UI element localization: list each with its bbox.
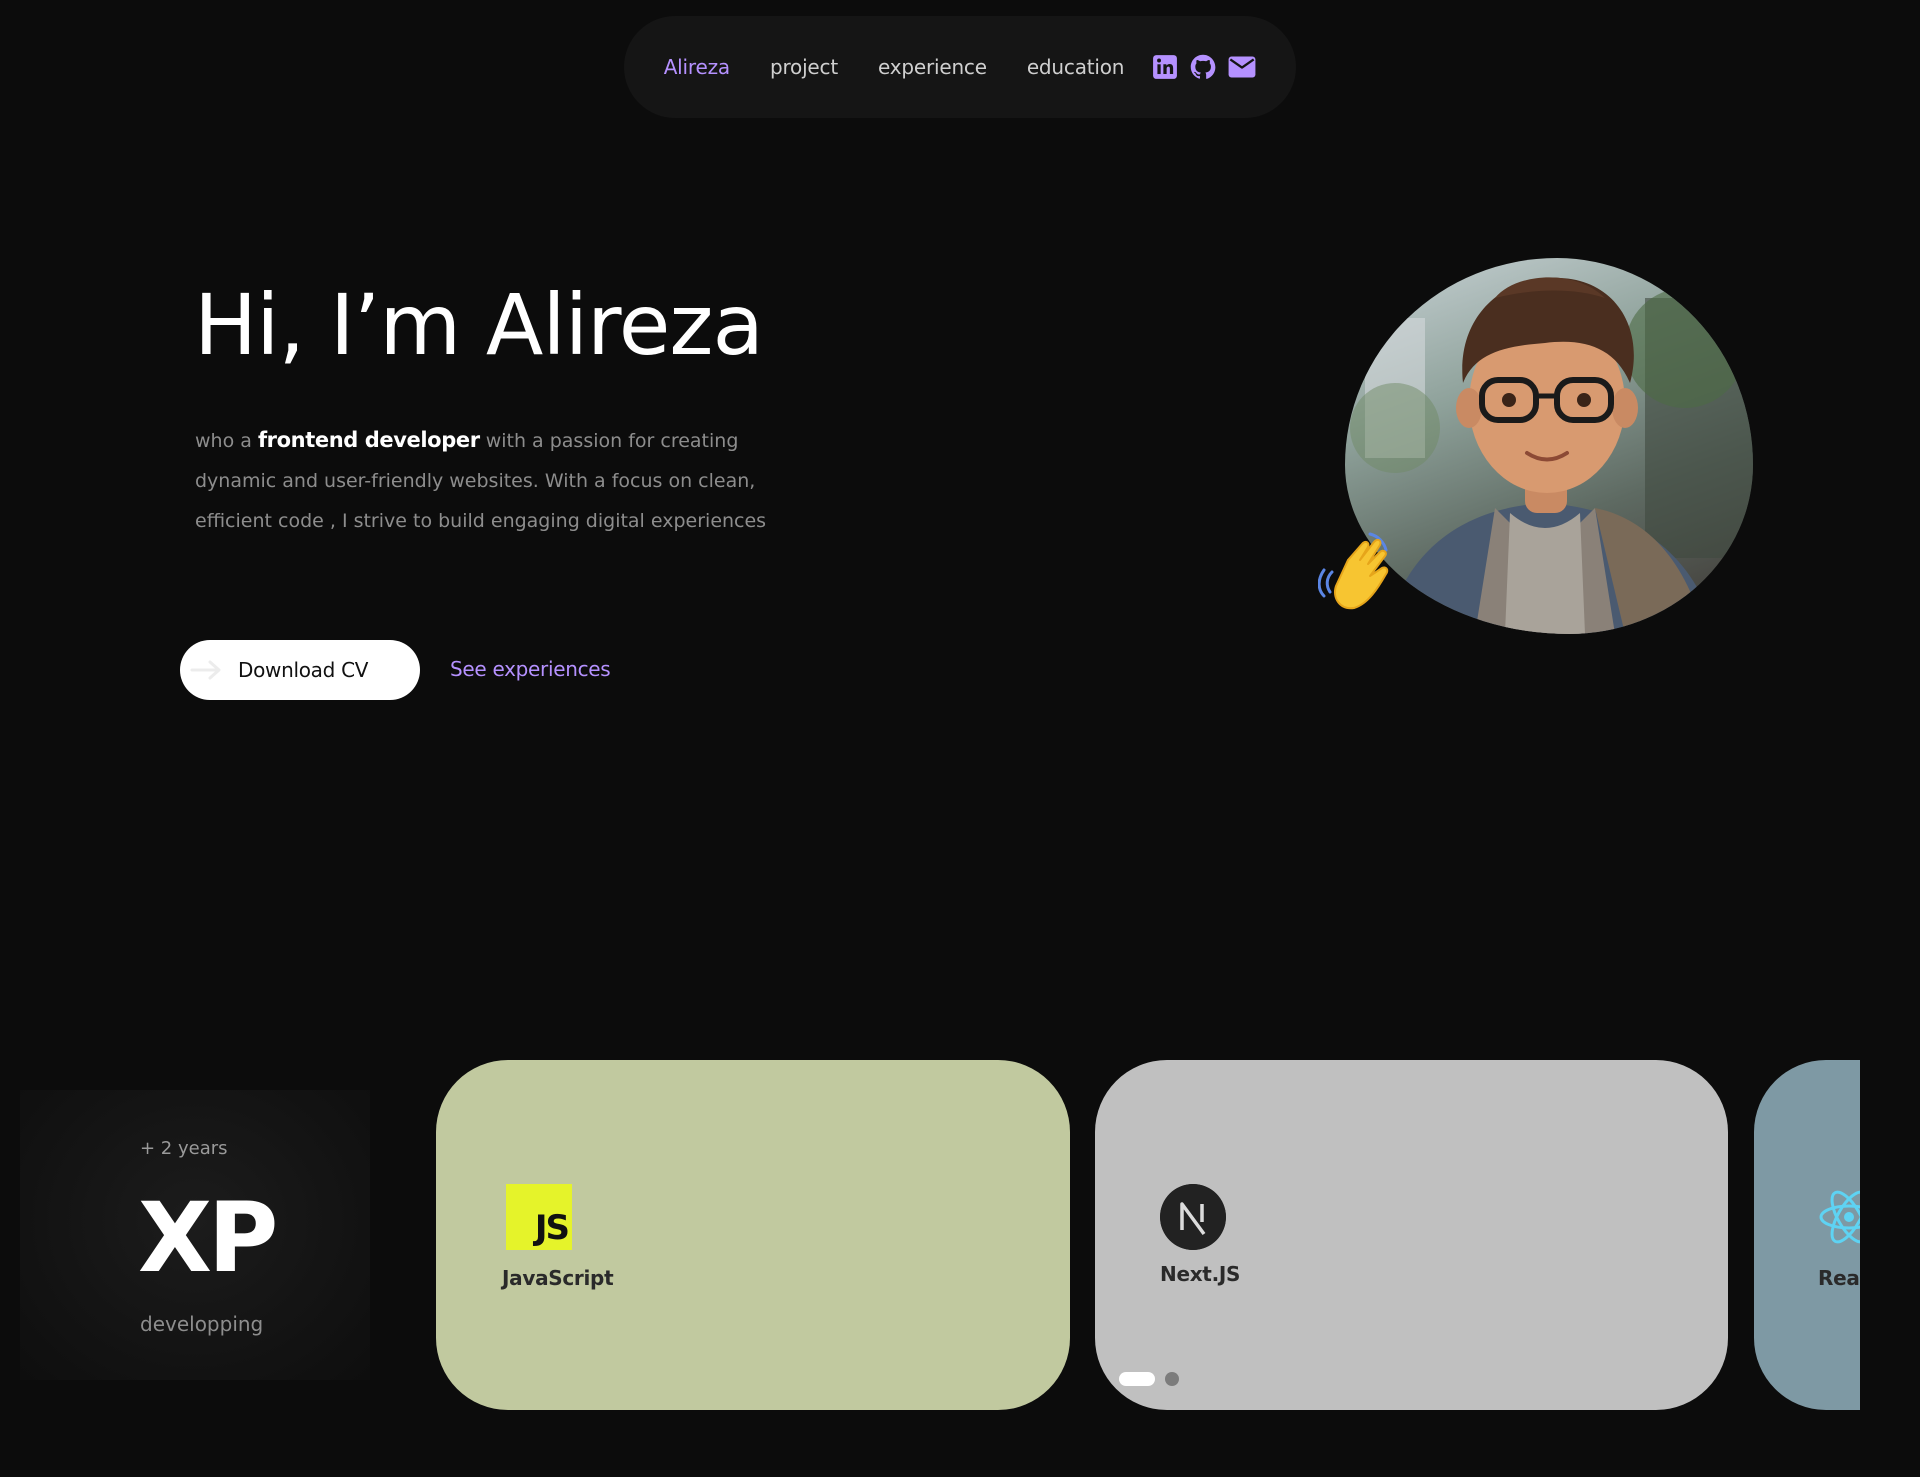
- mail-icon[interactable]: [1228, 55, 1256, 79]
- carousel-dot[interactable]: [1165, 1372, 1179, 1386]
- skill-card-react[interactable]: Reac: [1754, 1060, 1860, 1410]
- nav-item-project[interactable]: project: [770, 55, 838, 79]
- carousel-dot-active[interactable]: [1119, 1372, 1155, 1386]
- react-icon: [1819, 1190, 1860, 1244]
- intro-prefix: who a: [195, 430, 258, 452]
- xp-years: + 2 years: [140, 1138, 228, 1159]
- xp-subtitle: developping: [140, 1312, 264, 1336]
- nav-item-experience[interactable]: experience: [878, 55, 987, 79]
- see-experiences-link[interactable]: See experiences: [450, 657, 611, 681]
- download-cv-label: Download CV: [238, 658, 369, 682]
- hero-title: Hi, I’m Alireza: [194, 276, 764, 374]
- avatar-illustration: [1350, 277, 1753, 634]
- skill-label-nextjs: Next.JS: [1160, 1262, 1241, 1286]
- download-cv-button[interactable]: Download CV: [180, 640, 420, 700]
- nextjs-icon: [1160, 1184, 1226, 1250]
- arrow-right-icon: [190, 660, 221, 680]
- skill-card-nextjs[interactable]: Next.JS: [1095, 1060, 1728, 1410]
- top-nav: Alireza project experience education: [624, 16, 1296, 118]
- linkedin-icon[interactable]: [1152, 54, 1178, 80]
- waving-hand-icon: [1318, 532, 1389, 610]
- portfolio-page: Alireza project experience education Hi,…: [0, 0, 1920, 1477]
- javascript-icon: JS: [506, 1184, 572, 1250]
- intro-role: frontend developer: [257, 428, 480, 452]
- nav-item-alireza[interactable]: Alireza: [664, 55, 730, 79]
- avatar: [1345, 258, 1753, 634]
- carousel-dots: [1119, 1372, 1179, 1386]
- javascript-icon-text: JS: [534, 1208, 570, 1248]
- social-links: [1152, 53, 1256, 81]
- skill-label-javascript: JavaScript: [502, 1266, 614, 1290]
- skill-card-javascript[interactable]: JS JavaScript: [436, 1060, 1070, 1410]
- nav-item-education[interactable]: education: [1027, 55, 1125, 79]
- xp-title: XP: [138, 1182, 278, 1294]
- xp-card: + 2 years XP developping: [20, 1090, 370, 1380]
- hero-intro: who a frontend developer with a passion …: [195, 420, 815, 541]
- github-icon[interactable]: [1189, 53, 1217, 81]
- skill-label-react: Reac: [1818, 1266, 1860, 1290]
